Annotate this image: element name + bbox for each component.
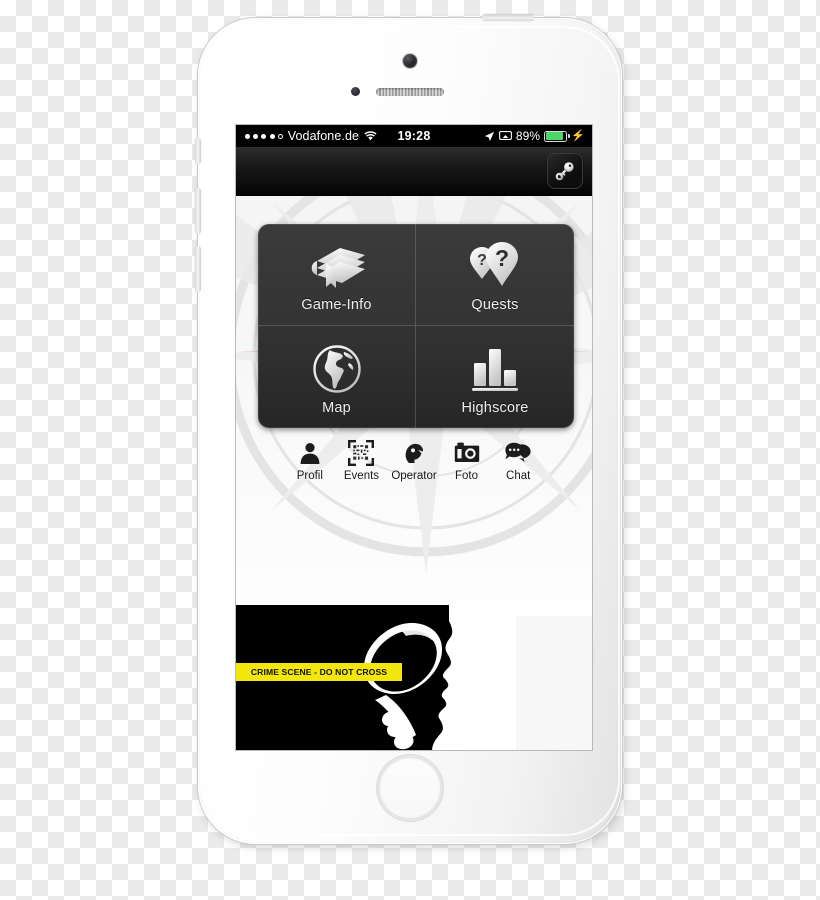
menu-tile-label: Quests — [471, 297, 519, 313]
home-button[interactable] — [380, 758, 440, 818]
toolbar-item-chat[interactable]: Chat — [496, 439, 540, 482]
crime-scene-tape: CRIME SCENE - DO NOT CROSS — [236, 663, 402, 681]
menu-tile-label: Game-Info — [301, 297, 372, 313]
app-content: Game-Info ? ? Quests Map Highscore Profi… — [236, 196, 592, 750]
phone-screen: Vodafone.de 19:28 89% ⚡ Game-Info ? ? Qu… — [236, 125, 592, 750]
key-icon — [554, 160, 576, 182]
front-camera — [403, 54, 417, 68]
phone-device: Vodafone.de 19:28 89% ⚡ Game-Info ? ? Qu… — [195, 14, 622, 844]
key-button[interactable] — [547, 153, 583, 189]
earpiece-speaker — [376, 88, 444, 96]
toolbar-item-label: Profil — [296, 470, 323, 482]
battery-icon — [544, 131, 571, 142]
menu-tile-quests[interactable]: ? ? Quests — [416, 224, 574, 326]
toolbar-item-foto[interactable]: Foto — [445, 439, 489, 482]
chat-bubbles-icon — [505, 439, 531, 467]
svg-text:?: ? — [477, 252, 487, 269]
book-icon — [305, 236, 369, 292]
bar-chart-icon — [469, 339, 521, 395]
bottom-toolbar: Profil Events Operator Foto Chat — [236, 439, 592, 482]
crime-scene-banner: CRIME SCENE - DO NOT CROSS — [236, 605, 516, 750]
globe-icon — [311, 339, 363, 395]
volume-down-button[interactable] — [195, 246, 201, 292]
person-icon — [298, 439, 322, 467]
menu-tile-game-info[interactable]: Game-Info — [258, 224, 416, 326]
power-button[interactable] — [482, 14, 534, 21]
qr-scan-icon — [348, 439, 375, 467]
toolbar-item-label: Operator — [391, 470, 437, 482]
toolbar-item-label: Foto — [455, 470, 479, 482]
crime-scene-tape-label: CRIME SCENE - DO NOT CROSS — [250, 667, 388, 677]
toolbar-item-label: Events — [343, 470, 380, 482]
menu-tile-label: Map — [322, 399, 351, 416]
menu-tile-label: Highscore — [461, 399, 529, 416]
toolbar-item-operator[interactable]: Operator — [391, 439, 437, 482]
toolbar-item-profil[interactable]: Profil — [288, 439, 332, 482]
toolbar-item-label: Chat — [506, 470, 531, 482]
svg-text:?: ? — [495, 245, 509, 271]
menu-tile-highscore[interactable]: Highscore — [416, 326, 574, 428]
proximity-sensor — [351, 87, 360, 96]
camera-icon — [454, 439, 480, 467]
toolbar-item-events[interactable]: Events — [340, 439, 384, 482]
menu-tile-map[interactable]: Map — [258, 326, 416, 428]
main-menu-grid: Game-Info ? ? Quests Map Highscore — [258, 224, 574, 428]
mute-switch[interactable] — [195, 138, 201, 164]
clock: 19:28 — [397, 129, 431, 143]
headset-icon — [402, 439, 426, 467]
status-bar: Vodafone.de 19:28 89% ⚡ — [236, 125, 592, 147]
app-nav-bar — [236, 147, 592, 196]
quest-pins-icon: ? ? — [467, 236, 523, 292]
volume-up-button[interactable] — [195, 188, 201, 234]
